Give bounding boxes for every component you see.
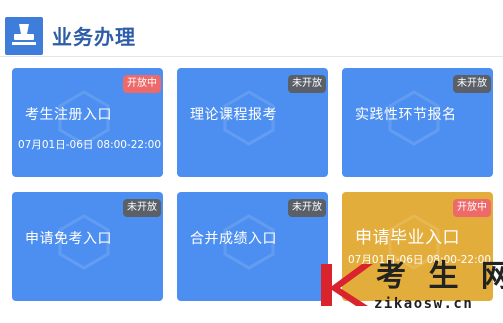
status-badge: 未开放 <box>288 75 326 93</box>
card-merge-scores[interactable]: 未开放 合并成绩入口 <box>177 192 328 301</box>
card-schedule: 07月01日-06日 08:00-22:00 <box>18 139 162 151</box>
card-student-registration[interactable]: 开放中 考生注册入口 07月01日-06日 08:00-22:00 <box>12 68 163 177</box>
logo-name: 考 生 网 <box>376 259 503 294</box>
header-divider <box>0 56 503 57</box>
site-logo: 考 生 网 zikaosw.cn <box>316 252 503 316</box>
logo-domain: zikaosw.cn <box>374 296 474 312</box>
card-theory-course-registration[interactable]: 未开放 理论课程报考 <box>177 68 328 177</box>
card-title: 合并成绩入口 <box>190 231 277 247</box>
card-exam-exemption[interactable]: 未开放 申请免考入口 <box>12 192 163 301</box>
card-title: 实践性环节报名 <box>355 107 457 123</box>
status-badge: 开放中 <box>453 199 491 217</box>
status-badge: 未开放 <box>288 199 326 217</box>
stamp-icon <box>5 17 43 55</box>
logo-k-icon <box>321 264 373 306</box>
status-badge: 开放中 <box>123 75 161 93</box>
status-badge: 未开放 <box>453 75 491 93</box>
card-title: 申请免考入口 <box>25 231 112 247</box>
page: 业务办理 开放中 考生注册入口 07月01日-06日 08:00-22:00 未… <box>0 0 503 323</box>
section-title: 业务办理 <box>52 25 136 49</box>
card-title: 申请毕业入口 <box>355 228 460 248</box>
status-badge: 未开放 <box>123 199 161 217</box>
card-title: 理论课程报考 <box>190 107 277 123</box>
card-practice-registration[interactable]: 未开放 实践性环节报名 <box>342 68 493 177</box>
card-title: 考生注册入口 <box>25 107 112 123</box>
section-header: 业务办理 <box>0 0 503 57</box>
